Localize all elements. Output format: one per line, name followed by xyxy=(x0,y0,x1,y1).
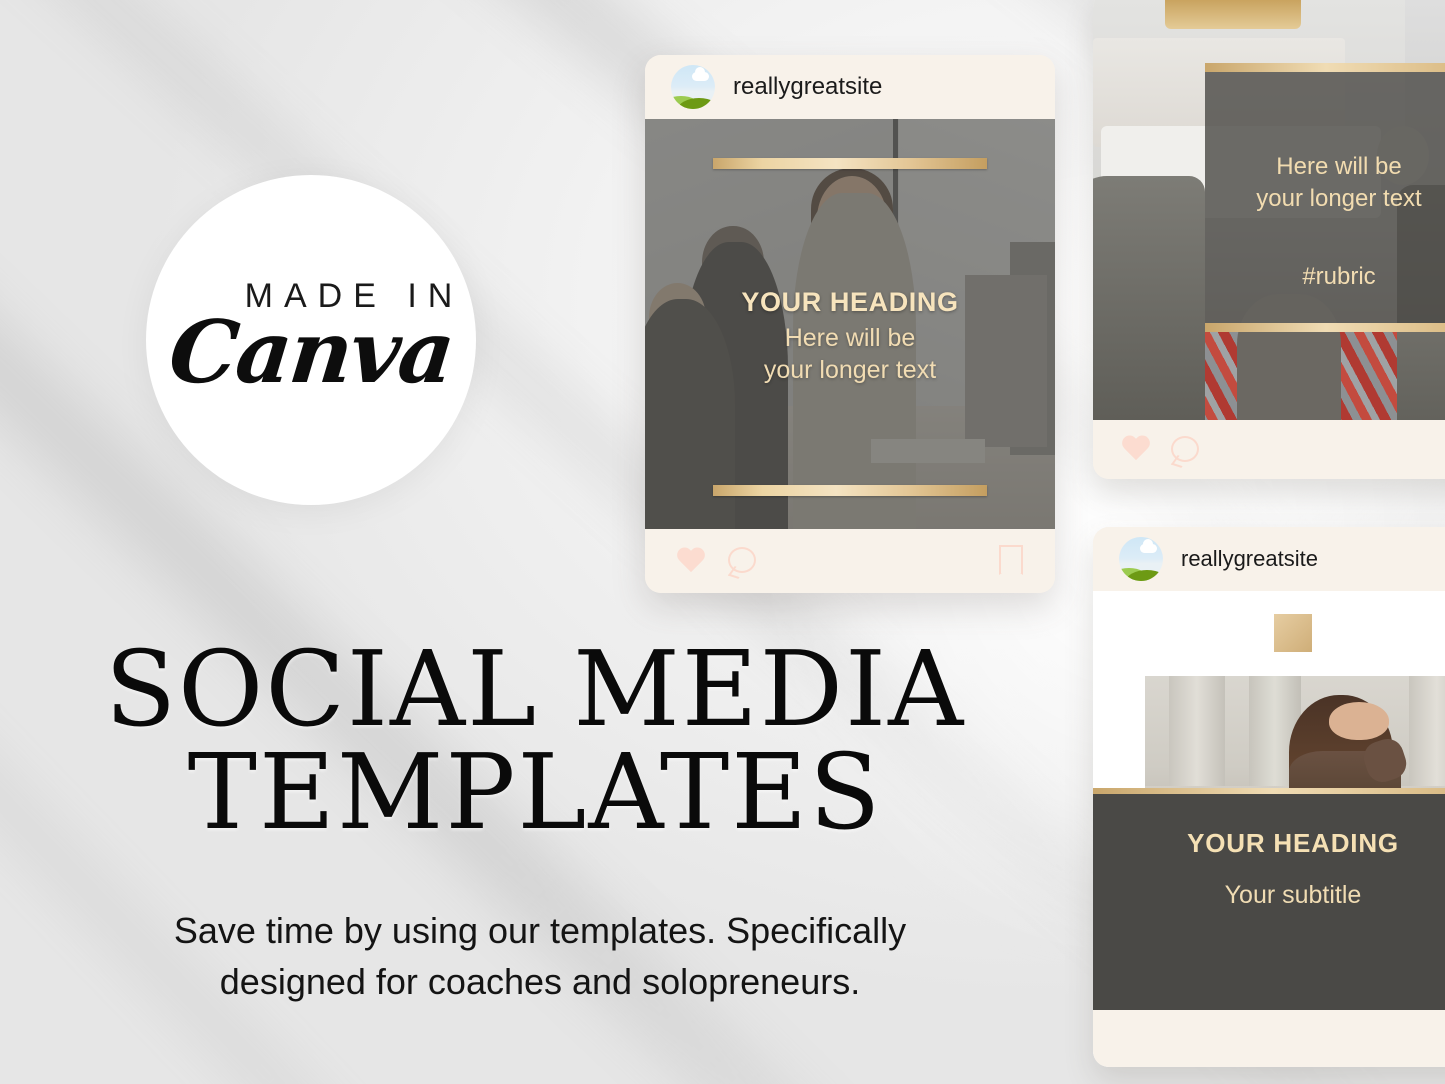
account-handle[interactable]: reallygreatsite xyxy=(733,73,882,101)
heart-icon[interactable] xyxy=(1121,436,1151,463)
gold-bar-bottom xyxy=(1205,322,1445,332)
page-subtitle: Save time by using our templates. Specif… xyxy=(40,905,1040,1007)
main-post-card[interactable]: reallygreatsite YOUR HEADING Here will b… xyxy=(645,55,1055,593)
gold-bar-top xyxy=(712,157,988,169)
post-heading-wrap: YOUR HEADING xyxy=(645,287,1055,318)
page-title-line-2: TEMPLATES xyxy=(187,730,883,853)
bottom-right-heading: YOUR HEADING xyxy=(1187,828,1399,858)
bottom-right-post-body: YOUR HEADING Your subtitle xyxy=(1093,591,1445,1067)
photo-column xyxy=(1169,676,1225,790)
comment-icon[interactable] xyxy=(1171,436,1199,462)
bottom-right-post-card[interactable]: reallygreatsite YOUR HEADING Your subtit… xyxy=(1093,527,1445,1067)
top-right-post-image: Here will be your longer text #rubric xyxy=(1093,0,1445,420)
post-subtext-line-2: your longer text xyxy=(763,356,937,385)
bookmark-icon[interactable] xyxy=(999,545,1023,575)
account-handle[interactable]: reallygreatsite xyxy=(1181,546,1318,572)
heart-icon[interactable] xyxy=(676,548,706,575)
top-right-text-overlay: Here will be your longer text #rubric xyxy=(1205,63,1445,332)
page-title: SOCIAL MEDIA TEMPLATES xyxy=(0,628,1070,853)
top-right-overlay-line-2: your longer text xyxy=(1256,185,1422,213)
page-subtitle-line-1: Save time by using our templates. Specif… xyxy=(173,910,907,951)
avatar-cloud xyxy=(1140,539,1158,554)
top-right-post-card[interactable]: Here will be your longer text #rubric xyxy=(1093,0,1445,479)
top-right-overlay-text: Here will be your longer text xyxy=(1256,151,1421,214)
bottom-right-footer xyxy=(1093,1010,1445,1067)
gold-bar-top xyxy=(1205,63,1445,72)
made-in-canva-badge: MADE IN Canva xyxy=(146,175,476,505)
post-header: reallygreatsite xyxy=(1093,527,1445,591)
photo-column xyxy=(1409,676,1445,790)
gold-square-accent xyxy=(1274,614,1312,652)
post-subtext-wrap: Here will be your longer text xyxy=(645,322,1055,387)
top-right-overlay-line-1: Here will be xyxy=(1276,153,1402,181)
avatar-cloud xyxy=(692,67,710,82)
post-subtext-line-1: Here will be xyxy=(784,323,916,352)
page-title-line-1: SOCIAL MEDIA xyxy=(104,628,966,750)
photo-person-face xyxy=(1329,702,1389,740)
landscape-avatar-icon[interactable] xyxy=(1119,537,1163,581)
photo-armchair-left xyxy=(1093,176,1205,420)
gold-bar-bottom xyxy=(712,485,988,497)
post-header: reallygreatsite xyxy=(645,55,1055,119)
badge-canva-label: Canva xyxy=(164,302,458,403)
post-heading: YOUR HEADING xyxy=(741,287,959,318)
post-image: YOUR HEADING Here will be your longer te… xyxy=(645,119,1055,529)
bottom-right-subtitle: Your subtitle xyxy=(1224,881,1362,909)
landscape-avatar-icon[interactable] xyxy=(671,65,715,109)
top-right-hashtag: #rubric xyxy=(1302,263,1376,291)
comment-icon[interactable] xyxy=(728,547,756,573)
photo-gold-mirror xyxy=(1165,0,1301,30)
post-action-bar xyxy=(645,529,1055,593)
page-subtitle-line-2: designed for coaches and solopreneurs. xyxy=(219,961,861,1003)
top-right-action-bar xyxy=(1093,420,1445,479)
bottom-right-caption-panel: YOUR HEADING Your subtitle xyxy=(1093,788,1445,1010)
